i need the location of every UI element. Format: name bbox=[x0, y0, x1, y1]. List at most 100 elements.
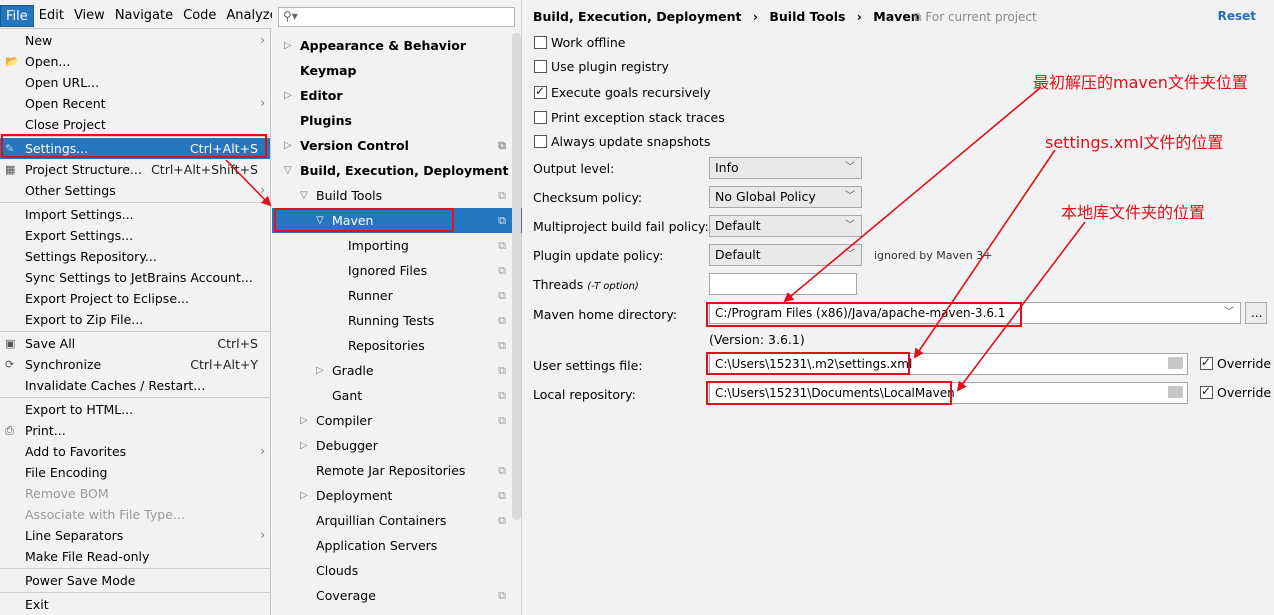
chevron-right-icon[interactable]: ▷ bbox=[300, 433, 308, 458]
tree-item-plugins[interactable]: Plugins bbox=[272, 108, 522, 133]
menu-code[interactable]: Code bbox=[178, 5, 221, 27]
tree-item-gant[interactable]: Gant ⧉ bbox=[272, 383, 522, 408]
tree-item-version-control[interactable]: ▷ Version Control ⧉ bbox=[272, 133, 522, 158]
file-menu-item-new[interactable]: New › bbox=[0, 30, 270, 51]
tree-item-runner[interactable]: Runner ⧉ bbox=[272, 283, 522, 308]
file-menu-item-power-save-mode[interactable]: Power Save Mode bbox=[0, 570, 270, 591]
file-menu-item-settings-repository[interactable]: Settings Repository... bbox=[0, 246, 270, 267]
chevron-down-icon[interactable]: ▽ bbox=[284, 158, 292, 183]
file-menu-item-open[interactable]: 📂 Open... bbox=[0, 51, 270, 72]
tree-item-compiler[interactable]: ▷ Compiler ⧉ bbox=[272, 408, 522, 433]
tree-item-arquillian-containers[interactable]: Arquillian Containers ⧉ bbox=[272, 508, 522, 533]
file-menu-item-exit[interactable]: Exit bbox=[0, 594, 270, 615]
tree-item-debugger[interactable]: ▷ Debugger bbox=[272, 433, 522, 458]
tree-item-build-tools[interactable]: ▽ Build Tools ⧉ bbox=[272, 183, 522, 208]
chevron-right-icon[interactable]: ▷ bbox=[284, 33, 292, 58]
file-menu-item-project-structure[interactable]: ▦ Project Structure... Ctrl+Alt+Shift+S bbox=[0, 159, 270, 180]
file-menu-item-export-to-html[interactable]: Export to HTML... bbox=[0, 399, 270, 420]
folder-icon[interactable] bbox=[1168, 357, 1183, 369]
tree-item-build-execution-deployment[interactable]: ▽ Build, Execution, Deployment bbox=[272, 158, 522, 183]
file-menu-item-label: Add to Favorites bbox=[25, 444, 127, 459]
file-menu-item-export-settings[interactable]: Export Settings... bbox=[0, 225, 270, 246]
work-offline-checkbox[interactable] bbox=[534, 36, 547, 49]
reset-link[interactable]: Reset bbox=[1218, 9, 1256, 23]
file-menu-item-make-file-read-only[interactable]: Make File Read-only bbox=[0, 546, 270, 567]
menu-separator bbox=[0, 397, 270, 398]
tree-item-label: Remote Jar Repositories bbox=[316, 463, 466, 478]
project-scope-icon: ⧉ bbox=[498, 314, 506, 327]
file-menu-item-label: Remove BOM bbox=[25, 486, 109, 501]
menu-file[interactable]: File bbox=[0, 5, 34, 27]
annotation-settings-xml: settings.xml文件的位置 bbox=[1045, 133, 1224, 152]
threads-input[interactable] bbox=[709, 273, 857, 295]
tree-item-running-tests[interactable]: Running Tests ⧉ bbox=[272, 308, 522, 333]
file-menu-item-label: Sync Settings to JetBrains Account... bbox=[25, 270, 253, 285]
tree-item-coverage[interactable]: Coverage ⧉ bbox=[272, 583, 522, 608]
user-settings-override-checkbox[interactable] bbox=[1200, 355, 1213, 370]
checksum-policy-select[interactable]: No Global Policy ﹀ bbox=[709, 186, 862, 208]
settings-search-input[interactable]: ⚲▾ bbox=[278, 7, 515, 27]
chevron-down-icon[interactable]: ▽ bbox=[300, 183, 308, 208]
file-menu-item-save-all[interactable]: ▣ Save All Ctrl+S bbox=[0, 333, 270, 354]
print-exception-checkbox[interactable] bbox=[534, 111, 547, 124]
output-level-select[interactable]: Info ﹀ bbox=[709, 157, 862, 179]
menu-navigate[interactable]: Navigate bbox=[110, 5, 178, 27]
chevron-right-icon[interactable]: ▷ bbox=[316, 358, 324, 383]
tree-item-label: Gradle bbox=[332, 363, 374, 378]
search-icon: ⚲▾ bbox=[283, 9, 298, 23]
file-menu-item-export-to-zip-file[interactable]: Export to Zip File... bbox=[0, 309, 270, 330]
scope-label: ⧉ For current project bbox=[913, 10, 1037, 25]
file-menu-item-import-settings[interactable]: Import Settings... bbox=[0, 204, 270, 225]
plugin-update-select[interactable]: Default ﹀ bbox=[709, 244, 862, 266]
file-menu-item-synchronize[interactable]: ⟳ Synchronize Ctrl+Alt+Y bbox=[0, 354, 270, 375]
chevron-down-icon[interactable]: ﹀ bbox=[1224, 303, 1234, 323]
execute-goals-checkbox[interactable] bbox=[534, 84, 547, 99]
project-scope-icon: ⧉ bbox=[498, 489, 506, 502]
always-update-checkbox[interactable] bbox=[534, 135, 547, 148]
execute-goals-label: Execute goals recursively bbox=[551, 85, 711, 100]
multiproject-fail-select[interactable]: Default ﹀ bbox=[709, 215, 862, 237]
file-menu-item-file-encoding[interactable]: File Encoding bbox=[0, 462, 270, 483]
tree-item-importing[interactable]: Importing ⧉ bbox=[272, 233, 522, 258]
tree-item-keymap[interactable]: Keymap bbox=[272, 58, 522, 83]
tree-item-repositories[interactable]: Repositories ⧉ bbox=[272, 333, 522, 358]
folder-icon[interactable] bbox=[1168, 386, 1183, 398]
tree-item-clouds[interactable]: Clouds bbox=[272, 558, 522, 583]
plugin-update-value: Default bbox=[715, 247, 761, 262]
chevron-right-icon[interactable]: ▷ bbox=[300, 408, 308, 433]
tree-item-editor[interactable]: ▷ Editor bbox=[272, 83, 522, 108]
tree-item-remote-jar-repositories[interactable]: Remote Jar Repositories ⧉ bbox=[272, 458, 522, 483]
multiproject-fail-value: Default bbox=[715, 218, 761, 233]
chevron-right-icon[interactable]: ▷ bbox=[300, 483, 308, 508]
tree-item-label: Version Control bbox=[300, 138, 409, 153]
menu-edit[interactable]: Edit bbox=[34, 5, 69, 27]
file-menu-item-export-project-to-eclipse[interactable]: Export Project to Eclipse... bbox=[0, 288, 270, 309]
file-menu-item-open-recent[interactable]: Open Recent › bbox=[0, 93, 270, 114]
breadcrumb-part: Build, Execution, Deployment bbox=[533, 9, 742, 24]
local-repo-override-checkbox[interactable] bbox=[1200, 384, 1213, 399]
file-menu-item-sync-settings-to-jetbrains-account[interactable]: Sync Settings to JetBrains Account... bbox=[0, 267, 270, 288]
use-plugin-registry-checkbox[interactable] bbox=[534, 60, 547, 73]
tree-item-gradle[interactable]: ▷ Gradle ⧉ bbox=[272, 358, 522, 383]
file-menu-item-open-url[interactable]: Open URL... bbox=[0, 72, 270, 93]
menu-view[interactable]: View bbox=[69, 5, 110, 27]
chevron-right-icon[interactable]: ▷ bbox=[284, 83, 292, 108]
tree-item-ignored-files[interactable]: Ignored Files ⧉ bbox=[272, 258, 522, 283]
tree-scrollbar[interactable] bbox=[512, 33, 521, 520]
file-menu-item-line-separators[interactable]: Line Separators › bbox=[0, 525, 270, 546]
file-menu-item-label: Associate with File Type... bbox=[25, 507, 185, 522]
browse-button[interactable]: ... bbox=[1245, 302, 1267, 324]
file-menu-item-add-to-favorites[interactable]: Add to Favorites › bbox=[0, 441, 270, 462]
file-menu-item-print[interactable]: ⎙ Print... bbox=[0, 420, 270, 441]
local-repo-label: Local repository: bbox=[533, 387, 636, 402]
chevron-right-icon[interactable]: ▷ bbox=[284, 133, 292, 158]
file-menu-item-invalidate-caches-restart[interactable]: Invalidate Caches / Restart... bbox=[0, 375, 270, 396]
tree-item-appearance-behavior[interactable]: ▷ Appearance & Behavior bbox=[272, 33, 522, 58]
maven-home-label: Maven home directory: bbox=[533, 307, 678, 322]
file-menu-item-other-settings[interactable]: Other Settings › bbox=[0, 180, 270, 201]
tree-item-application-servers[interactable]: Application Servers bbox=[272, 533, 522, 558]
tree-item-deployment[interactable]: ▷ Deployment ⧉ bbox=[272, 483, 522, 508]
file-menu-item-remove-bom: Remove BOM bbox=[0, 483, 270, 504]
file-menu-item-close-project[interactable]: Close Project bbox=[0, 114, 270, 135]
tree-item-label: Compiler bbox=[316, 413, 373, 428]
